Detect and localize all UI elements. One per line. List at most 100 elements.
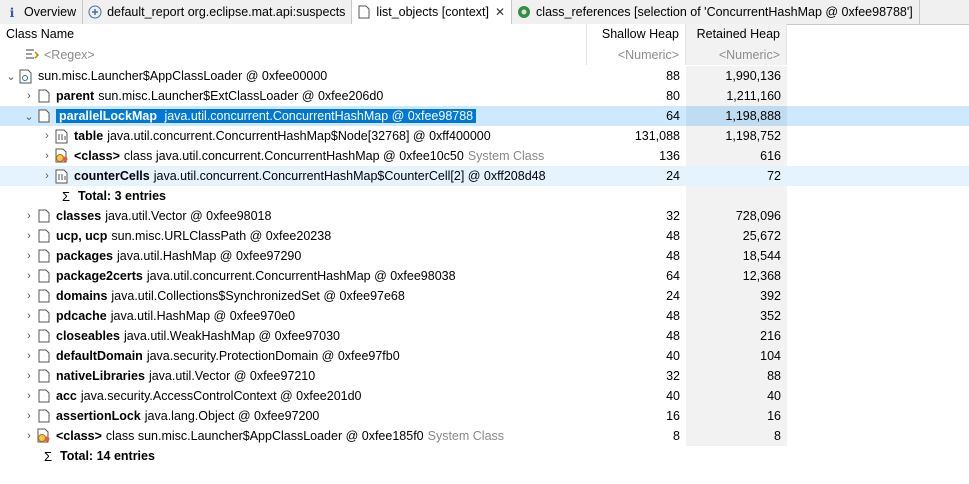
table-row[interactable]: › defaultDomain java.security.Protection… — [0, 346, 969, 366]
table-row[interactable]: › <class> class java.util.concurrent.Con… — [0, 146, 969, 166]
object-icon — [36, 348, 52, 364]
close-icon[interactable]: ✕ — [495, 5, 505, 19]
retained-heap-value: 25,672 — [686, 226, 787, 246]
chevron-right-icon[interactable]: › — [22, 430, 36, 442]
table-row[interactable]: › classes java.util.Vector @ 0xfee98018 … — [0, 206, 969, 226]
field-name: acc — [56, 389, 77, 403]
regex-filter[interactable]: <Regex> — [0, 45, 587, 65]
chevron-right-icon[interactable]: › — [22, 90, 36, 102]
object-label: java.security.AccessControlContext @ 0xf… — [80, 389, 362, 403]
column-header-class-name[interactable]: Class Name — [0, 24, 587, 45]
tab-default-report-label: default_report org.eclipse.mat.api:suspe… — [107, 5, 346, 19]
chevron-right-icon[interactable]: › — [40, 130, 54, 142]
filter-icon — [24, 47, 40, 63]
array-icon — [54, 168, 70, 184]
table-row[interactable]: › nativeLibraries java.util.Vector @ 0xf… — [0, 366, 969, 386]
shallow-heap-value: 24 — [666, 289, 680, 303]
chevron-right-icon[interactable]: › — [22, 290, 36, 302]
class-references-icon — [516, 4, 532, 20]
table-row[interactable]: › pdcache java.util.HashMap @ 0xfee970e0… — [0, 306, 969, 326]
chevron-right-icon[interactable]: › — [22, 330, 36, 342]
retained-heap-value: 8 — [686, 426, 787, 446]
table-row[interactable]: › <class> class sun.misc.Launcher$AppCla… — [0, 426, 969, 446]
editor-tab-bar: i Overview default_report org.eclipse.ma… — [0, 0, 969, 25]
object-icon — [36, 108, 52, 124]
object-label: sun.misc.Launcher$ExtClassLoader @ 0xfee… — [98, 89, 384, 103]
field-name: table — [74, 129, 104, 143]
array-icon — [54, 128, 70, 144]
table-row-selected[interactable]: ⌄ parallelLockMap java.util.concurrent.C… — [0, 106, 969, 126]
class-object-icon — [54, 148, 70, 164]
table-row[interactable]: › packages java.util.HashMap @ 0xfee9729… — [0, 246, 969, 266]
object-icon — [36, 368, 52, 384]
shallow-heap-value: 131,088 — [634, 129, 680, 143]
chevron-right-icon[interactable]: › — [22, 270, 36, 282]
chevron-right-icon[interactable]: › — [22, 390, 36, 402]
shallow-heap-value: 80 — [666, 89, 680, 103]
tab-list-objects[interactable]: list_objects [context] ✕ — [352, 0, 513, 24]
retained-heap-value: 352 — [686, 306, 787, 326]
retained-heap-value: 392 — [686, 286, 787, 306]
shallow-heap-value: 64 — [666, 269, 680, 283]
chevron-right-icon[interactable]: › — [22, 310, 36, 322]
tab-class-references-label: class_references [selection of 'Concurre… — [536, 5, 913, 19]
chevron-right-icon[interactable]: › — [22, 350, 36, 362]
chevron-right-icon[interactable]: › — [22, 250, 36, 262]
table-row[interactable]: › package2certs java.util.concurrent.Con… — [0, 266, 969, 286]
field-name: counterCells — [74, 169, 150, 183]
chevron-right-icon[interactable]: › — [40, 170, 54, 182]
regex-filter-placeholder: <Regex> — [44, 48, 95, 62]
object-tree: ⌄ sun.misc.Launcher$AppClassLoader @ 0xf… — [0, 66, 969, 466]
object-label: sun.misc.Launcher$AppClassLoader @ 0xfee… — [38, 69, 328, 83]
table-row[interactable]: › parent sun.misc.Launcher$ExtClassLoade… — [0, 86, 969, 106]
retained-heap-filter[interactable]: <Numeric> — [686, 45, 787, 65]
object-label: java.util.Vector @ 0xfee97210 — [148, 369, 316, 383]
table-row[interactable]: › assertionLock java.lang.Object @ 0xfee… — [0, 406, 969, 426]
object-icon — [36, 328, 52, 344]
column-header-shallow-heap[interactable]: Shallow Heap — [587, 24, 686, 45]
table-row[interactable]: › domains java.util.Collections$Synchron… — [0, 286, 969, 306]
total-label: Total: 3 entries — [78, 189, 166, 203]
object-label: java.util.concurrent.ConcurrentHashMap @… — [146, 269, 456, 283]
column-header-retained-heap[interactable]: Retained Heap — [686, 24, 787, 45]
shallow-heap-value: 48 — [666, 229, 680, 243]
object-label: java.util.concurrent.ConcurrentHashMap$C… — [153, 169, 546, 183]
chevron-right-icon[interactable]: › — [22, 210, 36, 222]
object-label: java.util.concurrent.ConcurrentHashMap$N… — [107, 129, 491, 143]
retained-heap-value: 1,198,752 — [686, 126, 787, 146]
shallow-heap-value: 48 — [666, 309, 680, 323]
field-name: closeables — [56, 329, 120, 343]
chevron-down-icon[interactable]: ⌄ — [22, 110, 36, 123]
object-icon — [36, 288, 52, 304]
object-icon — [36, 248, 52, 264]
system-class-tag: System Class — [467, 149, 545, 163]
table-row[interactable]: ⌄ sun.misc.Launcher$AppClassLoader @ 0xf… — [0, 66, 969, 86]
object-label: java.lang.Object @ 0xfee97200 — [144, 409, 320, 423]
table-header: Class Name Shallow Heap Retained Heap — [0, 24, 969, 45]
field-name: <class> — [74, 149, 120, 163]
chevron-down-icon[interactable]: ⌄ — [4, 70, 18, 83]
shallow-heap-value: 24 — [666, 169, 680, 183]
tab-class-references[interactable]: class_references [selection of 'Concurre… — [512, 0, 920, 24]
table-row[interactable]: › table java.util.concurrent.ConcurrentH… — [0, 126, 969, 146]
table-row[interactable]: › closeables java.util.WeakHashMap @ 0xf… — [0, 326, 969, 346]
field-name: nativeLibraries — [56, 369, 145, 383]
object-icon — [36, 308, 52, 324]
info-icon: i — [9, 4, 15, 20]
tab-default-report[interactable]: default_report org.eclipse.mat.api:suspe… — [83, 0, 353, 24]
object-label: class java.util.concurrent.ConcurrentHas… — [123, 149, 464, 163]
shallow-heap-value: 136 — [659, 149, 680, 163]
table-row[interactable]: › acc java.security.AccessControlContext… — [0, 386, 969, 406]
chevron-right-icon[interactable]: › — [22, 370, 36, 382]
chevron-right-icon[interactable]: › — [40, 150, 54, 162]
table-row[interactable]: › ucp, ucp sun.misc.URLClassPath @ 0xfee… — [0, 226, 969, 246]
chevron-right-icon[interactable]: › — [22, 230, 36, 242]
retained-heap-value: 1,990,136 — [686, 66, 787, 86]
retained-heap-value: 104 — [686, 346, 787, 366]
table-row[interactable]: › counterCells java.util.concurrent.Conc… — [0, 166, 969, 186]
total-label: Total: 14 entries — [60, 449, 155, 463]
chevron-right-icon[interactable]: › — [22, 410, 36, 422]
shallow-heap-filter[interactable]: <Numeric> — [587, 45, 686, 65]
retained-heap-value: 1,198,888 — [686, 106, 787, 126]
tab-overview[interactable]: i Overview — [0, 0, 84, 24]
